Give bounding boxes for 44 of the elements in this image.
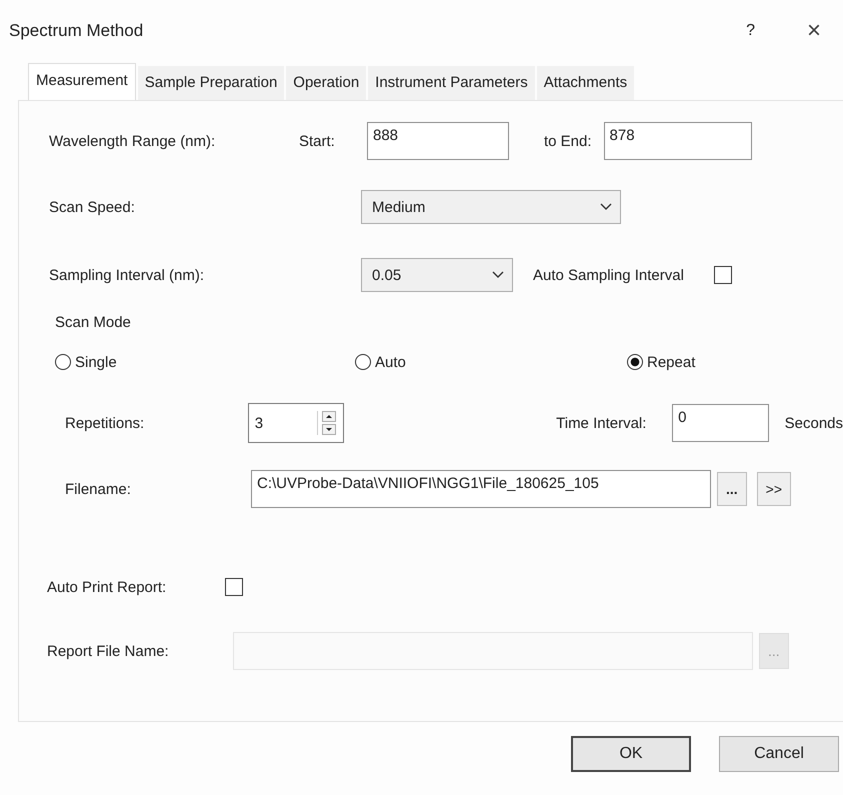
radio-button[interactable] [355,354,371,370]
group-label: Scan Mode [55,314,131,330]
unit-label: Seconds [784,414,843,432]
help-button[interactable]: ? [746,22,755,40]
dialog-button[interactable]: Cancel [719,736,839,772]
window-title: Spectrum Method [9,21,144,41]
field-label: Start: [299,132,336,150]
radio-label: Repeat [647,354,696,370]
chevron-down-icon [600,203,612,211]
field-label: to End: [544,132,592,150]
spin-up-icon[interactable] [322,411,336,422]
field-label: Report File Name: [47,642,170,660]
field-label: Sampling Interval (nm): [49,266,206,284]
tab[interactable]: Sample Preparation [138,66,284,100]
tab[interactable]: Operation [286,66,366,100]
expand-button[interactable]: >> [756,472,792,506]
radio-label: Single [75,354,117,370]
dropdown[interactable]: Medium [361,190,621,224]
tab[interactable]: Measurement [28,63,136,100]
radio-button[interactable] [627,354,643,370]
checkbox-label: Auto Print Report: [47,578,168,596]
field-label: Time Interval: [556,414,644,432]
radio-label: Auto [375,354,406,370]
spin-box[interactable]: 3 [248,403,344,443]
tab[interactable]: Instrument Parameters [368,66,535,100]
input-field[interactable]: 0 [672,404,769,442]
field-label: Repetitions: [65,414,146,432]
checkbox-label: Auto Sampling Interval [533,266,684,284]
checkbox[interactable] [714,266,732,284]
radio-button[interactable] [55,354,71,370]
chevron-down-icon [492,271,504,279]
input-field[interactable]: 888 [367,122,509,160]
browse-button[interactable]: ... [717,472,747,506]
close-button[interactable]: × [806,17,821,45]
field-label: Filename: [65,480,132,498]
checkbox[interactable] [225,578,243,596]
tab[interactable]: Attachments [536,66,634,100]
input-field[interactable]: C:\UVProbe-Data\VNIIOFI\NGG1\File_180625_105 [251,470,711,508]
spin-down-icon[interactable] [322,424,336,435]
field-label: Scan Speed: [49,198,136,216]
dialog-button[interactable]: OK [571,736,691,772]
input-field[interactable]: 878 [604,122,752,160]
dropdown[interactable]: 0.05 [361,258,513,292]
field-label: Wavelength Range (nm): [49,132,216,150]
